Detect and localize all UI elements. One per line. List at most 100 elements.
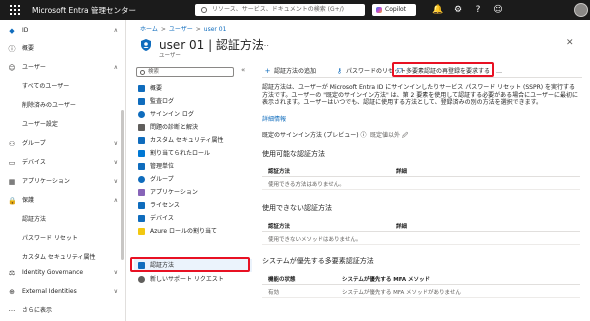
breadcrumb-current[interactable]: user 01 — [204, 26, 227, 33]
copilot-icon — [376, 7, 382, 13]
chevron-up-icon: ∧ — [113, 64, 118, 71]
avatar[interactable] — [574, 3, 588, 17]
help-icon[interactable]: ? — [472, 4, 484, 16]
nav-groups[interactable]: ⚇ グループ ∨ — [0, 137, 125, 151]
menu-label: サインイン ログ — [150, 111, 194, 118]
chevron-up-icon: ∧ — [113, 197, 118, 204]
nav-applications[interactable]: ▦ アプリケーション ∨ — [0, 175, 125, 189]
chevron-up-icon: ∧ — [113, 27, 118, 34]
nav-label: 削除済みのユーザー — [22, 102, 76, 109]
attributes-icon — [138, 137, 145, 144]
feedback-icon[interactable]: ☺ — [492, 4, 504, 16]
resource-menu-azure-role-assignments[interactable]: Azure ロールの割り当て — [134, 225, 252, 238]
admin-units-icon — [138, 163, 145, 170]
nav-label: さらに表示 — [22, 307, 53, 314]
nav-label: すべてのユーザー — [22, 83, 70, 90]
nav-id[interactable]: ◆ ID ∧ — [0, 24, 125, 38]
top-bar: Microsoft Entra 管理センター リソース、サービス、ドキュメントの… — [0, 0, 590, 20]
header-divider — [262, 176, 580, 177]
add-authentication-method-button[interactable]: + 認証方法の追加 — [264, 66, 316, 77]
description-text: 認証方法は、ユーザーが Microsoft Entra ID にサインインしたり… — [262, 84, 578, 106]
resource-menu-sign-in-logs[interactable]: サインイン ログ — [134, 108, 252, 121]
resource-menu-licenses[interactable]: ライセンス — [134, 199, 252, 212]
header-divider — [262, 231, 580, 232]
menu-label: デバイス — [150, 215, 174, 222]
menu-label: 新しいサポート リクエスト — [150, 276, 224, 283]
diamond-icon: ◆ — [9, 27, 15, 35]
support-icon — [138, 276, 145, 283]
copilot-label: Copilot — [385, 6, 407, 13]
breadcrumb-home[interactable]: ホーム — [140, 26, 158, 33]
resource-menu-new-support-request[interactable]: 新しいサポート リクエスト — [134, 273, 252, 286]
apps-icon: ▦ — [8, 178, 16, 186]
collapse-menu-icon[interactable]: « — [241, 66, 245, 74]
breadcrumb: ホーム > ユーザー > user 01 — [140, 24, 226, 33]
add-label: 認証方法の追加 — [274, 68, 317, 75]
resource-menu-custom-security-attributes[interactable]: カスタム セキュリティ属性 — [134, 134, 252, 147]
default-sign-in-method-value[interactable]: 既定値以外 🖉 — [370, 130, 408, 141]
unusable-methods-title: 使用できない認証方法 — [262, 204, 332, 212]
global-search-input[interactable]: リソース、サービス、ドキュメントの検索 (G+/) — [195, 4, 365, 16]
group-icon: ⚇ — [8, 140, 16, 148]
menu-label: ライセンス — [150, 202, 180, 209]
nav-user-settings[interactable]: ユーザー設定 — [0, 118, 125, 132]
default-sign-in-method-label: 既定のサインイン方法 (プレビュー) ⓘ — [262, 132, 367, 139]
menu-label: Azure ロールの割り当て — [150, 228, 217, 235]
menu-label: 監査ログ — [150, 98, 175, 105]
resource-menu-applications[interactable]: アプリケーション — [134, 186, 252, 199]
resource-menu-groups[interactable]: グループ — [134, 173, 252, 186]
nav-show-more[interactable]: ··· さらに表示 — [0, 304, 125, 318]
device-icon — [138, 215, 145, 222]
nav-all-users[interactable]: すべてのユーザー — [0, 80, 125, 94]
close-icon[interactable]: ✕ — [566, 38, 574, 48]
plus-icon: + — [264, 67, 271, 75]
breadcrumb-users[interactable]: ユーザー — [169, 26, 193, 33]
command-highlight — [392, 62, 494, 77]
nav-label: 概要 — [22, 45, 35, 52]
apps-icon — [138, 189, 145, 196]
breadcrumb-separator: > — [160, 26, 166, 33]
search-icon — [201, 7, 207, 13]
nav-label: カスタム セキュリティ属性 — [22, 254, 96, 261]
nav-overview[interactable]: ⓘ 概要 — [0, 42, 125, 56]
chevron-down-icon: ∨ — [113, 140, 118, 147]
resource-menu-diagnose[interactable]: 問題の診断と解決 — [134, 121, 252, 134]
app-launcher-icon[interactable] — [10, 5, 20, 15]
resource-menu-audit-logs[interactable]: 監査ログ — [134, 95, 252, 108]
nav-devices[interactable]: ▭ デバイス ∨ — [0, 156, 125, 170]
nav-custom-security-attributes[interactable]: カスタム セキュリティ属性 — [0, 251, 125, 265]
copilot-button[interactable]: Copilot — [372, 4, 416, 16]
chevron-down-icon: ∨ — [113, 159, 118, 166]
info-icon: ⓘ — [8, 45, 16, 53]
nav-deleted-users[interactable]: 削除済みのユーザー — [0, 99, 125, 113]
resource-menu-administrative-units[interactable]: 管理単位 — [134, 160, 252, 173]
more-actions-icon[interactable]: … — [261, 39, 269, 48]
nav-users[interactable]: ☺ ユーザー ∧ — [0, 61, 125, 75]
learn-more-link[interactable]: 詳細情報 — [262, 114, 286, 123]
nav-label: 保護 — [22, 197, 35, 204]
page-subtitle: ユーザー — [159, 53, 181, 59]
column-header: 詳細 — [396, 224, 408, 230]
product-title[interactable]: Microsoft Entra 管理センター — [32, 5, 136, 16]
nav-password-reset[interactable]: パスワード リセット — [0, 232, 125, 246]
nav-label: External Identities — [22, 288, 77, 295]
resource-menu-search-input[interactable]: 検索 — [136, 67, 234, 77]
nav-protection[interactable]: 🔒 保護 ∧ — [0, 194, 125, 208]
more-commands-icon[interactable]: … — [496, 66, 502, 77]
resource-menu-devices[interactable]: デバイス — [134, 212, 252, 225]
user-shield-icon — [141, 39, 151, 51]
nav-external-identities[interactable]: ⊕ External Identities ∨ — [0, 285, 125, 299]
notifications-icon[interactable]: 🔔 — [432, 4, 444, 16]
resource-menu-overview[interactable]: 概要 — [134, 82, 252, 95]
column-header: 認証方法 — [268, 169, 291, 175]
settings-icon[interactable]: ⚙ — [452, 4, 464, 16]
nav-authentication-methods[interactable]: 認証方法 — [0, 213, 125, 227]
resource-menu-assigned-roles[interactable]: 割り当てられたロール — [134, 147, 252, 160]
nav-scrollbar[interactable] — [121, 110, 124, 260]
breadcrumb-separator: > — [195, 26, 201, 33]
menu-label: カスタム セキュリティ属性 — [150, 137, 224, 144]
system-preferred-mfa-value: システムが優先する MFA メソッドがありません — [342, 290, 461, 296]
nav-label: ユーザー — [22, 64, 46, 71]
nav-identity-governance[interactable]: ⚖ Identity Governance ∨ — [0, 266, 125, 280]
selection-highlight — [130, 257, 250, 272]
